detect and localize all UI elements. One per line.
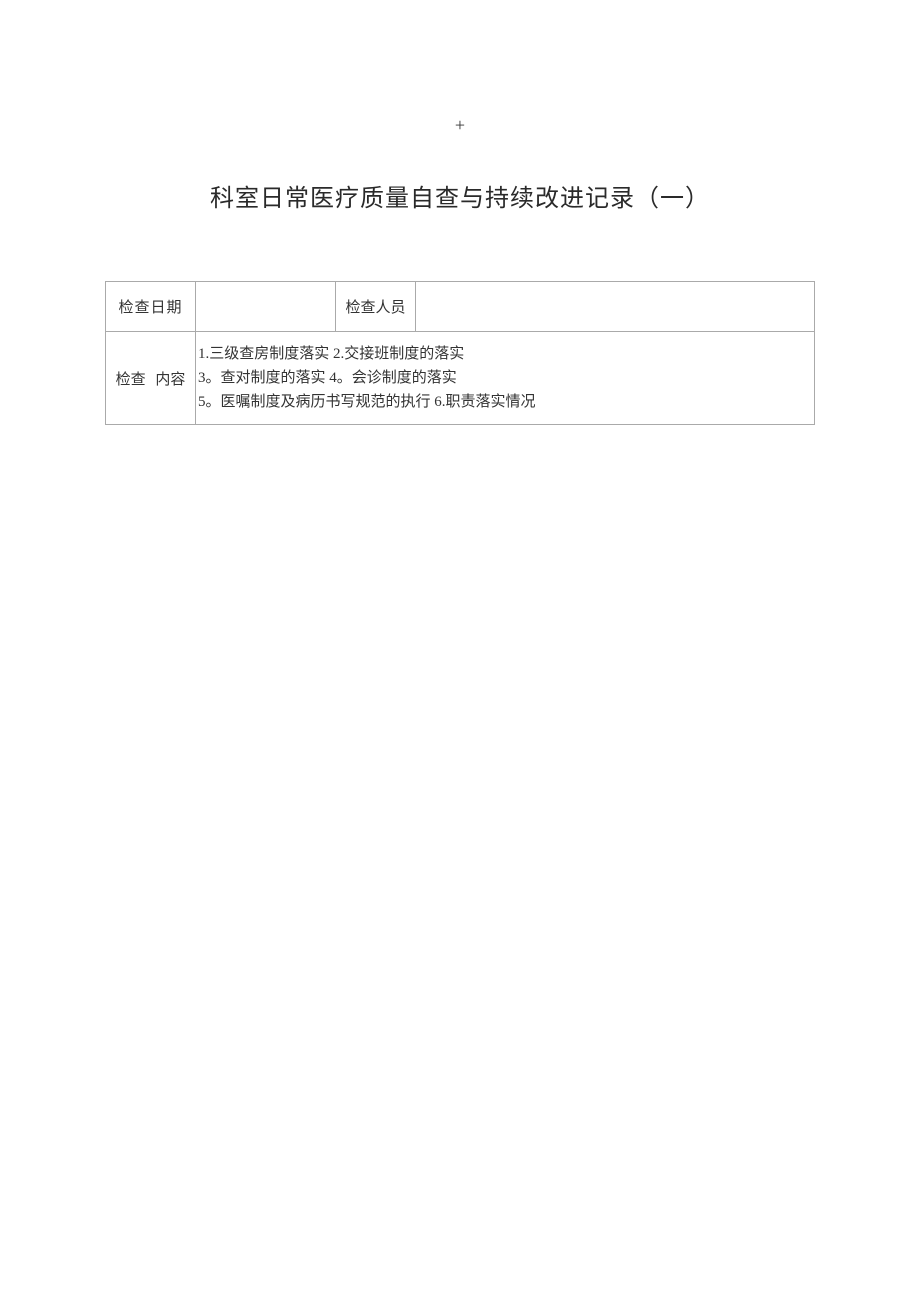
inspector-label: 检查人员 xyxy=(336,282,416,332)
content-cell: 1.三级查房制度落实 2.交接班制度的落实 3。查对制度的落实 4。会诊制度的落… xyxy=(196,332,815,425)
content-label: 检查 内容 xyxy=(106,332,196,425)
inspector-value xyxy=(416,282,815,332)
table-row: 检查日期 检查人员 xyxy=(106,282,815,332)
content-line: 5。医嘱制度及病历书写规范的执行 6.职责落实情况 xyxy=(198,390,812,414)
document-title: 科室日常医疗质量自查与持续改进记录（一） xyxy=(0,178,920,213)
form-table: 检查日期 检查人员 检查 内容 1.三级查房制度落实 2.交接班制度的落实 3。… xyxy=(105,281,815,425)
date-value xyxy=(196,282,336,332)
content-line: 1.三级查房制度落实 2.交接班制度的落实 xyxy=(198,342,812,366)
date-label: 检查日期 xyxy=(106,282,196,332)
content-line: 3。查对制度的落实 4。会诊制度的落实 xyxy=(198,366,812,390)
page-marker: + xyxy=(0,0,920,136)
table-row: 检查 内容 1.三级查房制度落实 2.交接班制度的落实 3。查对制度的落实 4。… xyxy=(106,332,815,425)
